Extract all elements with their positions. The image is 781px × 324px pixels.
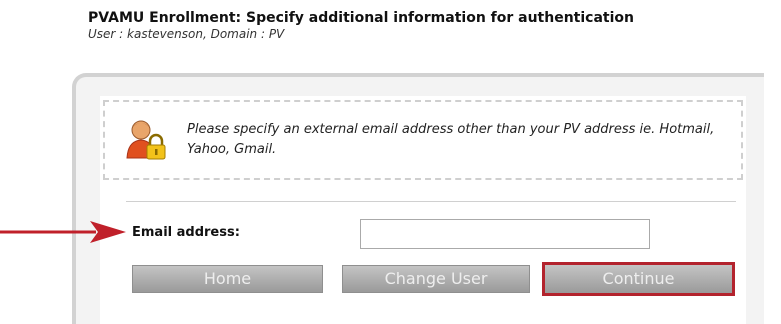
user-domain-info: User : kastevenson, Domain : PV — [88, 27, 285, 41]
continue-button[interactable]: Continue — [542, 262, 735, 296]
change-user-button[interactable]: Change User — [342, 265, 530, 293]
divider — [126, 201, 736, 202]
email-field[interactable] — [360, 219, 650, 249]
instruction-text: Please specify an external email address… — [187, 122, 715, 157]
page-title: PVAMU Enrollment: Specify additional inf… — [88, 10, 634, 26]
home-button[interactable]: Home — [132, 265, 323, 293]
user-lock-icon — [126, 120, 166, 160]
email-field-label: Email address: — [132, 225, 240, 240]
pointer-arrow-icon — [0, 221, 126, 243]
page-header: PVAMU Enrollment: Specify additional inf… — [88, 9, 634, 42]
